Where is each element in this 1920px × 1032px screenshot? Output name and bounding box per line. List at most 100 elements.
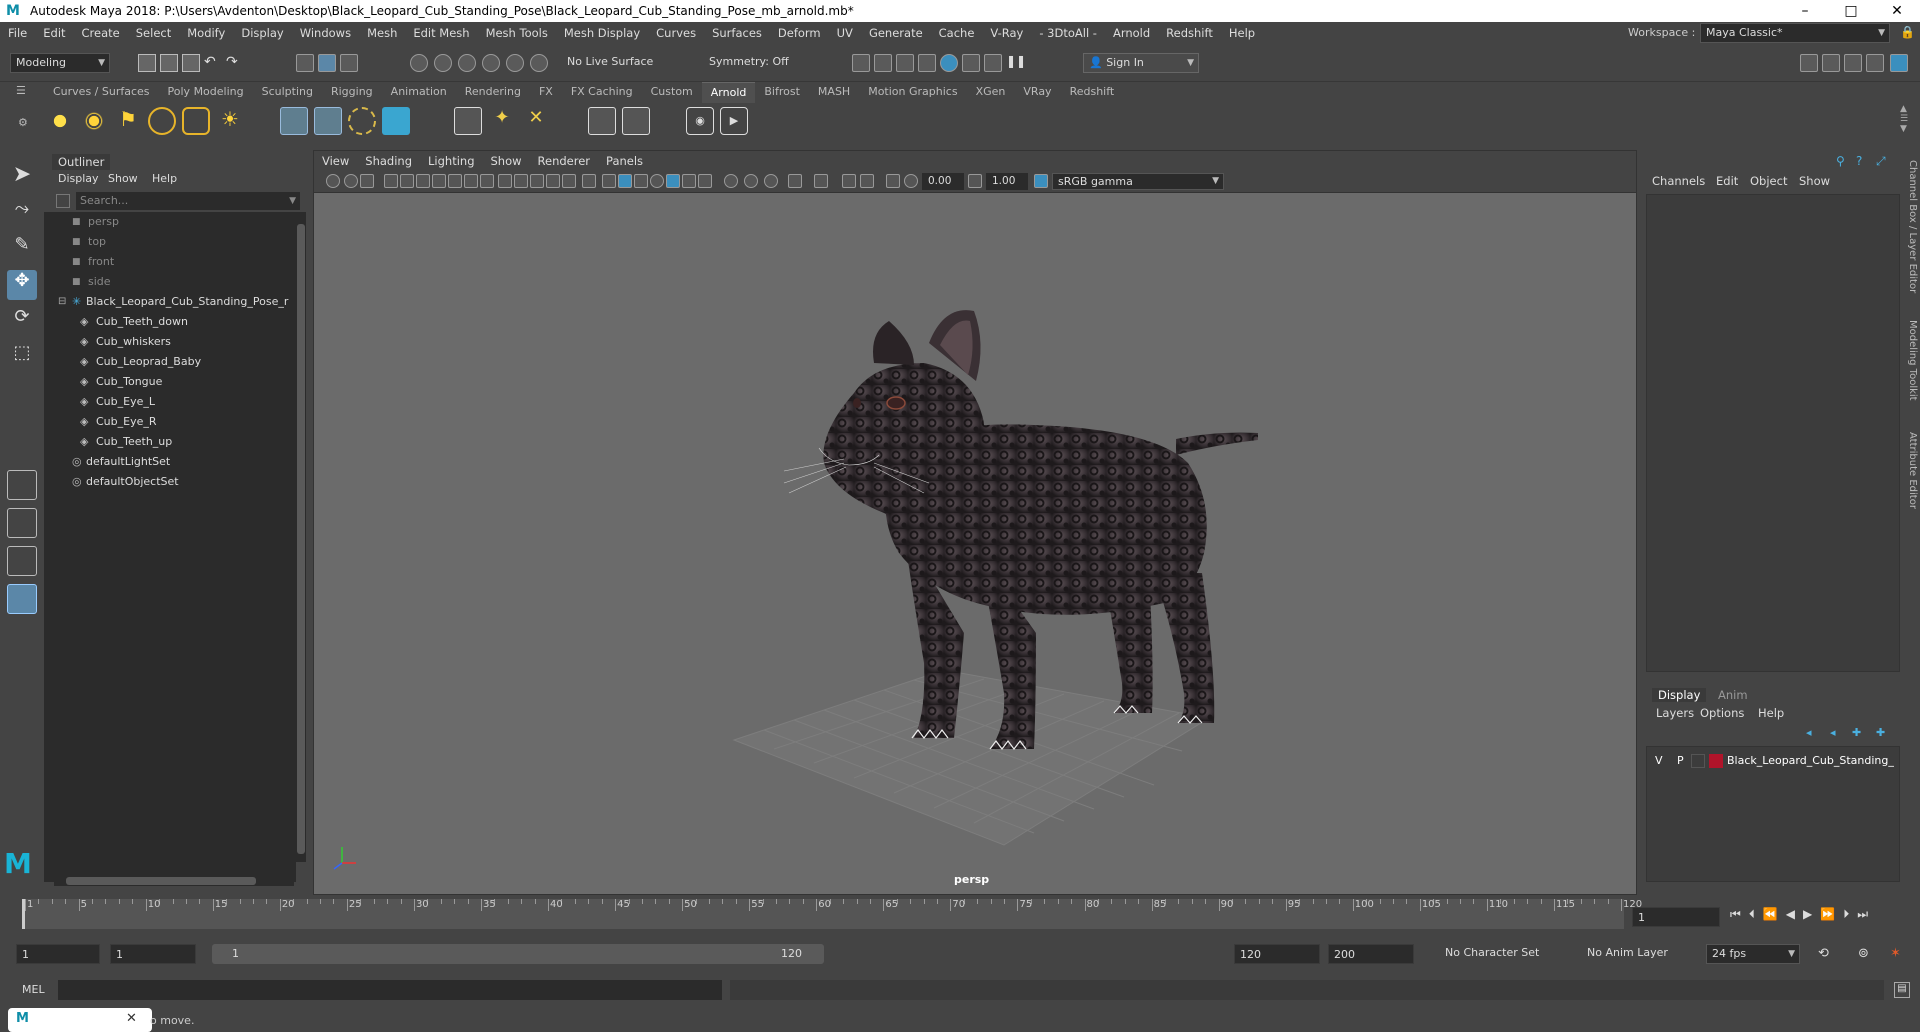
- vp-menu-show[interactable]: Show: [483, 154, 530, 168]
- cube-wire-icon[interactable]: [602, 174, 616, 188]
- menu-display[interactable]: Display: [233, 22, 291, 44]
- step-forward-icon[interactable]: ⏵: [1843, 907, 1857, 921]
- tab-channel-box-layer-editor[interactable]: Channel Box / Layer Editor: [1904, 160, 1918, 293]
- flush-quad-lights-icon[interactable]: ✕: [522, 107, 550, 135]
- select-by-component-icon[interactable]: [340, 54, 358, 72]
- help-icon[interactable]: ?: [1856, 154, 1862, 168]
- loop-icon[interactable]: ⟲: [1818, 946, 1829, 961]
- color-space-dropdown[interactable]: sRGB gamma ▼: [1052, 173, 1224, 190]
- depth-of-field-icon[interactable]: [744, 174, 758, 188]
- render-setup-icon[interactable]: [962, 54, 980, 72]
- list-item[interactable]: ◈ Cub_Teeth_down: [44, 312, 296, 332]
- menu-arnold[interactable]: Arnold: [1105, 22, 1158, 44]
- tab-display[interactable]: Display: [1652, 688, 1707, 702]
- outliner-menu-display[interactable]: Display: [58, 172, 99, 185]
- outliner-menu-help[interactable]: Help: [152, 172, 177, 185]
- maximize-button[interactable]: □: [1828, 0, 1874, 22]
- snap-grid-icon[interactable]: [410, 54, 428, 72]
- new-scene-icon[interactable]: [138, 54, 156, 72]
- menu-uv[interactable]: UV: [829, 22, 861, 44]
- menu-curves[interactable]: Curves: [648, 22, 704, 44]
- hypershade-icon[interactable]: [940, 54, 958, 72]
- close-preview-icon[interactable]: ✕: [126, 1011, 137, 1026]
- select-camera-icon[interactable]: [326, 174, 340, 188]
- persp-outliner-layout-icon[interactable]: [7, 546, 37, 576]
- list-item[interactable]: ■ top: [44, 232, 296, 252]
- tab-fx-caching[interactable]: FX Caching: [562, 82, 642, 102]
- smooth-shade-icon[interactable]: [514, 174, 528, 188]
- tab-custom[interactable]: Custom: [642, 82, 702, 102]
- tab-sculpting[interactable]: Sculpting: [253, 82, 322, 102]
- menu-cache[interactable]: Cache: [931, 22, 983, 44]
- render-current-frame-icon[interactable]: [874, 54, 892, 72]
- layer-menu-help[interactable]: Help: [1758, 706, 1784, 720]
- physical-sky-icon[interactable]: ☀: [216, 107, 244, 135]
- four-view-layout-icon[interactable]: [7, 508, 37, 538]
- xray-active-components-icon[interactable]: [842, 174, 856, 188]
- export-standin-icon[interactable]: [314, 107, 342, 135]
- visibility-toggle[interactable]: V: [1655, 751, 1663, 771]
- tab-rigging[interactable]: Rigging: [322, 82, 382, 102]
- play-forward-icon[interactable]: ▶: [1803, 907, 1820, 921]
- anti-aliasing-icon[interactable]: [724, 174, 738, 188]
- menu-mesh[interactable]: Mesh: [359, 22, 405, 44]
- command-language-label[interactable]: MEL: [22, 983, 45, 996]
- select-by-hierarchy-icon[interactable]: [296, 54, 314, 72]
- list-item[interactable]: ◈ Cub_whiskers: [44, 332, 296, 352]
- tab-curves-surfaces[interactable]: Curves / Surfaces: [44, 82, 159, 102]
- wireframe-on-shaded-icon[interactable]: [530, 174, 544, 188]
- lights-icon[interactable]: [666, 174, 680, 188]
- move-layer-down-icon[interactable]: ◂: [1830, 726, 1836, 739]
- tab-fx[interactable]: FX: [530, 82, 562, 102]
- time-ruler[interactable]: 1 5 10 15 20 25 30 35 40 45 50 55 60 65 70 75 80 85 90 95 10…: [22, 899, 1642, 929]
- scrollbar-thumb[interactable]: [297, 224, 305, 854]
- move-layer-up-icon[interactable]: ◂: [1806, 726, 1812, 739]
- fps-dropdown[interactable]: 24 fps ▼: [1706, 944, 1800, 964]
- menu-deform[interactable]: Deform: [770, 22, 829, 44]
- pause-icon[interactable]: ❚❚: [1006, 54, 1026, 72]
- auto-key-icon[interactable]: ⊚: [1858, 946, 1869, 961]
- tab-arnold[interactable]: Arnold: [701, 81, 756, 103]
- list-item[interactable]: ◎ defaultLightSet: [44, 452, 296, 472]
- outliner-menu-show[interactable]: Show: [108, 172, 138, 185]
- render-settings-icon[interactable]: [918, 54, 936, 72]
- xray-icon[interactable]: [788, 174, 802, 188]
- sign-in-button[interactable]: 👤 Sign In ▼: [1083, 53, 1199, 73]
- toggle-modeling-toolkit-icon[interactable]: [1800, 54, 1818, 72]
- tab-animation[interactable]: Animation: [382, 82, 456, 102]
- backface-culling-icon[interactable]: [860, 174, 874, 188]
- animation-start-field[interactable]: 1: [16, 944, 100, 964]
- snap-view-plane-icon[interactable]: [482, 54, 500, 72]
- pin-icon[interactable]: ⤢: [1876, 154, 1886, 169]
- image-plane-icon[interactable]: [384, 174, 398, 188]
- list-item[interactable]: ◈ Cub_Leoprad_Baby: [44, 352, 296, 372]
- lock-icon[interactable]: 🔒: [1900, 25, 1915, 41]
- tab-modeling-toolkit[interactable]: Modeling Toolkit: [1904, 320, 1918, 401]
- display-type-toggle[interactable]: [1691, 754, 1705, 768]
- cube-shaded-icon[interactable]: [618, 174, 632, 188]
- photometric-light-icon[interactable]: ⚑: [114, 107, 142, 135]
- go-to-end-icon[interactable]: ⏭: [1857, 907, 1876, 921]
- list-item[interactable]: ◎ defaultObjectSet: [44, 472, 296, 492]
- list-item[interactable]: ■ front: [44, 252, 296, 272]
- move-tool-icon[interactable]: ✥: [7, 270, 37, 300]
- render-view-shelf-icon[interactable]: [588, 107, 616, 135]
- leopard-cub-model[interactable]: [783, 310, 1258, 750]
- range-bar[interactable]: 1 120: [212, 944, 824, 964]
- menu-mesh-display[interactable]: Mesh Display: [556, 22, 648, 44]
- vp-menu-view[interactable]: View: [314, 154, 357, 168]
- outliner-horizontal-scrollbar[interactable]: [54, 876, 294, 886]
- layer-menu-layers[interactable]: Layers: [1656, 706, 1694, 720]
- menu-redshift[interactable]: Redshift: [1158, 22, 1221, 44]
- current-frame-field[interactable]: 1: [1632, 907, 1720, 927]
- shelf-settings-icon[interactable]: ⚙: [18, 116, 30, 129]
- channel-menu-channels[interactable]: Channels: [1652, 174, 1705, 188]
- two-d-pan-zoom-icon[interactable]: [400, 174, 414, 188]
- menu-create[interactable]: Create: [74, 22, 128, 44]
- channel-menu-show[interactable]: Show: [1799, 174, 1830, 188]
- time-slider[interactable]: 1 5 10 15 20 25 30 35 40 45 50 55 60 65 70 75 80 85 90 95 10…: [0, 895, 1920, 940]
- taskbar-preview[interactable]: M ✕: [8, 1008, 152, 1032]
- lasso-tool-icon[interactable]: ⤳: [7, 198, 37, 228]
- layer-name[interactable]: Black_Leopard_Cub_Standing_: [1727, 751, 1894, 771]
- menu-help[interactable]: Help: [1221, 22, 1263, 44]
